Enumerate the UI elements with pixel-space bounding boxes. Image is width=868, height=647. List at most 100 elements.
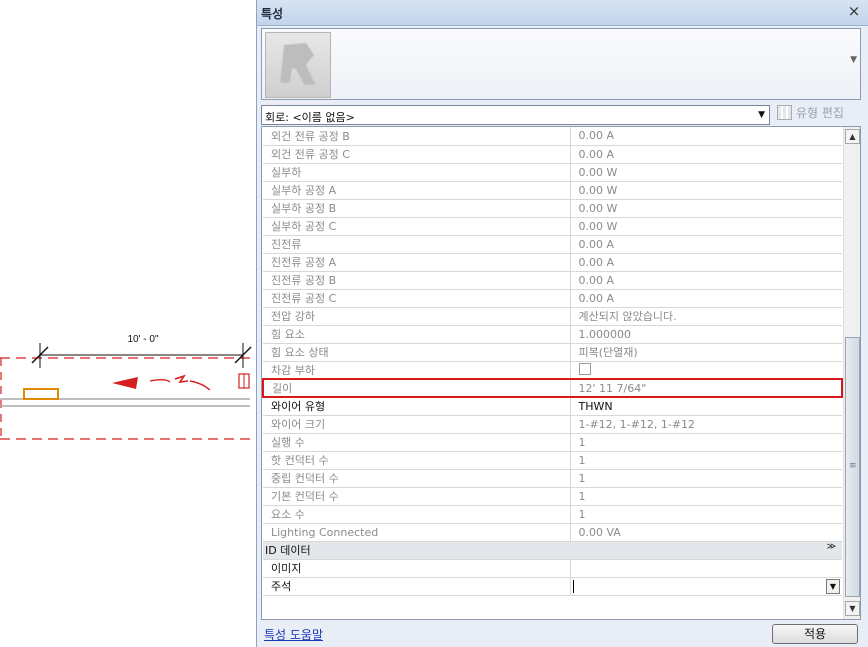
instance-selector-dropdown[interactable]: 회로: <이름 없음> ▼ xyxy=(261,105,770,125)
property-value: 0.00 W xyxy=(570,217,842,236)
close-icon[interactable]: × xyxy=(845,3,863,21)
dimension-label: 10' - 0" xyxy=(127,334,159,345)
property-value: 0.00 A xyxy=(570,145,842,164)
scroll-down-icon[interactable]: ▼ xyxy=(845,601,860,616)
property-row[interactable]: 요소 수1 xyxy=(263,505,842,524)
property-name: 이미지 xyxy=(263,559,571,578)
property-row[interactable]: 와이어 유형 THWN xyxy=(263,397,842,416)
property-row[interactable]: 전압 강하 계산되지 않았습니다. xyxy=(263,307,842,326)
property-row[interactable]: 진전류 공정 B 0.00 A xyxy=(263,271,842,290)
property-row[interactable]: 진전류 0.00 A xyxy=(263,235,842,254)
property-value: 0.00 W xyxy=(570,199,842,218)
property-value: 1 xyxy=(570,433,842,452)
app-window: 10' - 0" 특성 × ▼ 회로: <이름 없음> ▼ 유형 편집 외건 전… xyxy=(0,0,868,647)
properties-palette: 특성 × ▼ 회로: <이름 없음> ▼ 유형 편집 외건 전류 공정 B 0.… xyxy=(256,0,868,647)
dropdown-arrow-icon[interactable]: ▼ xyxy=(826,578,840,594)
property-name: 외건 전류 공정 C xyxy=(263,145,571,164)
drawing-canvas[interactable]: 10' - 0" xyxy=(0,0,256,647)
property-name: 와이어 크기 xyxy=(263,415,571,434)
property-name: 실부하 공정 C xyxy=(263,217,571,236)
collapse-icon[interactable]: ≫ xyxy=(827,542,836,552)
property-row[interactable]: 외건 전류 공정 B 0.00 A xyxy=(263,127,842,146)
edit-type-label: 유형 편집 xyxy=(796,106,844,120)
property-name: 진전류 xyxy=(263,235,571,254)
property-name: 중립 컨덕터 수 xyxy=(263,469,571,488)
type-selector-preview[interactable]: ▼ xyxy=(261,28,861,100)
property-name: 힘 요소 상태 xyxy=(263,343,571,362)
property-name: 진전류 공정 B xyxy=(263,271,571,290)
property-name: 실부하 공정 B xyxy=(263,199,571,218)
property-row[interactable]: 진전류 공정 A 0.00 A xyxy=(263,253,842,272)
property-row[interactable]: 주석 ▼ xyxy=(263,577,842,596)
type-thumbnail xyxy=(265,32,331,98)
edit-type-icon xyxy=(777,105,792,120)
property-row[interactable]: 진전류 공정 C 0.00 A xyxy=(263,289,842,308)
property-name: 차감 부하 xyxy=(263,361,571,380)
group-header-label: ID 데이터 xyxy=(265,544,311,557)
vertical-scrollbar[interactable]: ▲ ≡ ▼ xyxy=(843,127,860,619)
property-name: 진전류 공정 A xyxy=(263,253,571,272)
property-name: 핫 컨덕터 수 xyxy=(263,451,571,470)
property-row[interactable]: 핫 컨덕터 수1 xyxy=(263,451,842,470)
property-value: 1 xyxy=(570,469,842,488)
property-value: 1 xyxy=(570,487,842,506)
property-row[interactable]: 중립 컨덕터 수1 xyxy=(263,469,842,488)
group-header-id-data[interactable]: ID 데이터 ≫ xyxy=(263,541,842,560)
property-name: 힘 요소 xyxy=(263,325,571,344)
property-row[interactable]: 힘 요소 1.000000 xyxy=(263,325,842,344)
comment-input[interactable]: ▼ xyxy=(570,577,842,596)
property-row[interactable]: 이미지 xyxy=(263,559,842,578)
home-run-arrowhead xyxy=(112,377,138,389)
properties-grid: 외건 전류 공정 B 0.00 A 외건 전류 공정 C 0.00 A 실부하 0.00 … xyxy=(261,126,861,620)
image-value[interactable] xyxy=(570,559,842,578)
palette-titlebar[interactable]: 특성 × xyxy=(257,0,868,26)
property-name: Lighting Connected xyxy=(263,523,571,542)
apply-button[interactable]: 적용 xyxy=(772,624,858,644)
property-name: 요소 수 xyxy=(263,505,571,524)
drawing-view[interactable] xyxy=(0,0,256,647)
light-fixture[interactable] xyxy=(23,388,59,400)
property-value[interactable]: THWN xyxy=(570,397,842,416)
properties-grid-body: 외건 전류 공정 B 0.00 A 외건 전류 공정 C 0.00 A 실부하 0.00 … xyxy=(262,127,843,619)
text-cursor xyxy=(572,579,574,593)
property-row[interactable]: 외건 전류 공정 C 0.00 A xyxy=(263,145,842,164)
property-row[interactable]: 기본 컨덕터 수1 xyxy=(263,487,842,506)
property-value: 계산되지 않았습니다. xyxy=(570,307,842,326)
property-value: 0.00 A xyxy=(570,253,842,272)
instance-filter-row: 회로: <이름 없음> ▼ 유형 편집 xyxy=(261,104,861,126)
property-value: 0.00 VA xyxy=(570,523,842,542)
property-value: 0.00 W xyxy=(570,163,842,182)
dropdown-arrow-icon[interactable]: ▼ xyxy=(758,110,765,120)
palette-title: 특성 xyxy=(261,7,284,21)
properties-help-link[interactable]: 특성 도움말 xyxy=(264,626,323,643)
property-value: 12' 11 7/64" xyxy=(570,378,843,398)
scrollbar-thumb[interactable]: ≡ xyxy=(845,337,860,597)
group-header-cell[interactable]: ID 데이터 ≫ xyxy=(263,541,842,560)
property-value: 0.00 A xyxy=(570,127,842,146)
wire-arc[interactable] xyxy=(189,380,211,391)
property-row[interactable]: 힘 요소 상태 피복(단열재) xyxy=(263,343,842,362)
property-value: 1.000000 xyxy=(570,325,842,344)
property-row[interactable]: 실부하 공정 B 0.00 W xyxy=(263,199,842,218)
chevron-down-icon[interactable]: ▼ xyxy=(850,55,857,65)
edit-type-button[interactable]: 유형 편집 xyxy=(777,104,844,126)
property-row-highlighted[interactable]: 길이 12' 11 7/64" xyxy=(262,378,843,398)
property-row[interactable]: 실부하 공정 C 0.00 W xyxy=(263,217,842,236)
wire-segment[interactable] xyxy=(149,379,171,383)
property-row[interactable]: 실행 수1 xyxy=(263,433,842,452)
property-row[interactable]: 차감 부하 xyxy=(263,361,842,380)
property-row[interactable]: Lighting Connected 0.00 VA xyxy=(263,523,842,542)
properties-table: 외건 전류 공정 B 0.00 A 외건 전류 공정 C 0.00 A 실부하 0.00 … xyxy=(262,127,843,596)
property-name: 전압 강하 xyxy=(263,307,571,326)
scroll-up-icon[interactable]: ▲ xyxy=(845,129,860,144)
instance-selector-value: 회로: <이름 없음> xyxy=(265,111,355,124)
property-name: 진전류 공정 C xyxy=(263,289,571,308)
property-value: 1 xyxy=(570,505,842,524)
property-value: 0.00 A xyxy=(570,271,842,290)
property-row[interactable]: 와이어 크기 1-#12, 1-#12, 1-#12 xyxy=(263,415,842,434)
checkbox-icon[interactable] xyxy=(578,363,591,376)
property-row[interactable]: 실부하 0.00 W xyxy=(263,163,842,182)
property-value: 0.00 W xyxy=(570,181,842,200)
revit-logo-icon xyxy=(279,42,317,86)
property-row[interactable]: 실부하 공정 A 0.00 W xyxy=(263,181,842,200)
